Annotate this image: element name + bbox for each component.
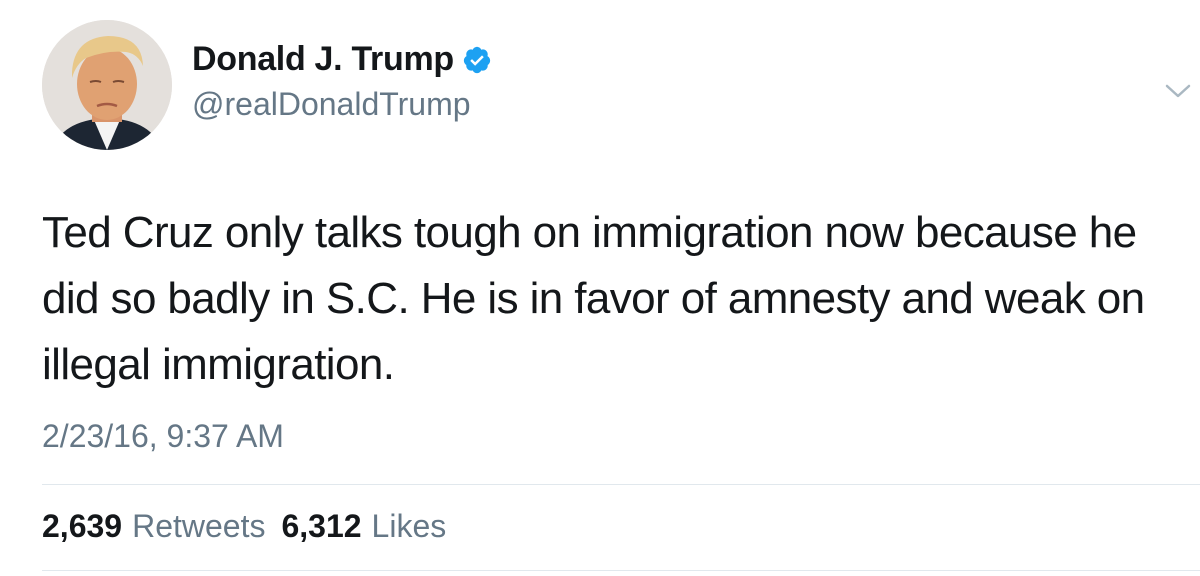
divider [42, 570, 1200, 571]
user-name-row: Donald J. Trump [192, 40, 492, 79]
verified-badge-icon [463, 46, 490, 73]
avatar[interactable] [42, 20, 172, 150]
avatar-image [42, 20, 172, 150]
likes-label: Likes [371, 508, 447, 544]
chevron-down-icon[interactable] [1164, 82, 1192, 100]
user-handle[interactable]: @realDonaldTrump [192, 86, 471, 123]
retweets-count: 2,639 [42, 508, 123, 544]
divider [42, 484, 1200, 485]
display-name[interactable]: Donald J. Trump [192, 40, 454, 79]
retweets-label: Retweets [132, 508, 266, 544]
tweet-stats: 2,639 Retweets 6,312 Likes [42, 508, 462, 545]
tweet-timestamp[interactable]: 2/23/16, 9:37 AM [42, 418, 284, 455]
tweet-text: Ted Cruz only talks tough on immigration… [42, 208, 1145, 389]
retweets-stat[interactable]: 2,639 Retweets [42, 508, 265, 545]
likes-stat[interactable]: 6,312 Likes [281, 508, 446, 545]
likes-count: 6,312 [281, 508, 362, 544]
